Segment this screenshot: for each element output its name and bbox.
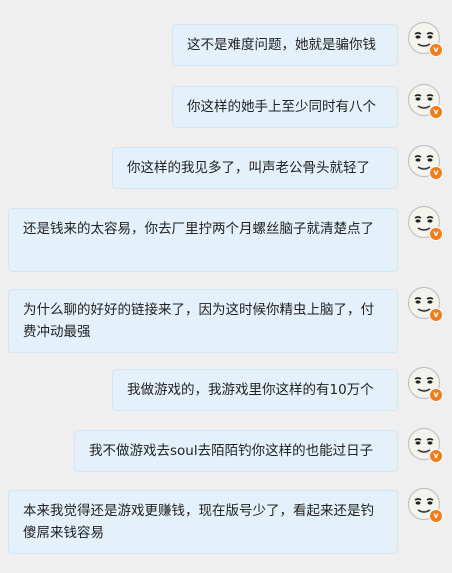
- user-avatar[interactable]: v: [408, 287, 443, 322]
- message-text: 我做游戏的，我游戏里你这样的有10万个: [127, 382, 374, 398]
- message-bubble[interactable]: 我做游戏的，我游戏里你这样的有10万个: [112, 369, 398, 411]
- verified-badge-icon: v: [429, 43, 443, 57]
- message-text: 你这样的她手上至少同时有八个: [187, 99, 376, 115]
- user-avatar[interactable]: v: [408, 367, 443, 402]
- message-text: 你这样的我见多了，叫声老公骨头就轻了: [127, 160, 370, 176]
- verified-badge-icon: v: [429, 449, 443, 463]
- verified-badge-icon: v: [429, 509, 443, 523]
- verified-badge-icon: v: [429, 105, 443, 119]
- user-avatar[interactable]: v: [408, 488, 443, 523]
- user-avatar[interactable]: v: [408, 84, 443, 119]
- chat-view: 这不是难度问题，她就是骗你钱 v 你这样的她手上至少同时有八个 v 你这样的我见…: [0, 0, 452, 573]
- verified-badge-icon: v: [429, 227, 443, 241]
- message-bubble[interactable]: 本来我觉得还是游戏更赚钱，现在版号少了，看起来还是钓傻屌来钱容易: [8, 490, 398, 554]
- message-text: 为什么聊的好好的链接来了，因为这时候你精虫上脑了，付费冲动最强: [23, 302, 374, 340]
- message-bubble[interactable]: 还是钱来的太容易，你去厂里拧两个月螺丝脑子就清楚点了: [8, 208, 398, 272]
- user-avatar[interactable]: v: [408, 428, 443, 463]
- message-text: 这不是难度问题，她就是骗你钱: [187, 37, 376, 53]
- user-avatar[interactable]: v: [408, 206, 443, 241]
- message-bubble[interactable]: 你这样的我见多了，叫声老公骨头就轻了: [112, 147, 398, 189]
- message-text: 我不做游戏去soul去陌陌钓你这样的也能过日子: [89, 443, 374, 459]
- user-avatar[interactable]: v: [408, 145, 443, 180]
- message-text: 本来我觉得还是游戏更赚钱，现在版号少了，看起来还是钓傻屌来钱容易: [23, 503, 374, 541]
- message-bubble[interactable]: 这不是难度问题，她就是骗你钱: [172, 24, 398, 66]
- message-bubble[interactable]: 你这样的她手上至少同时有八个: [172, 86, 398, 128]
- message-bubble[interactable]: 为什么聊的好好的链接来了，因为这时候你精虫上脑了，付费冲动最强: [8, 289, 398, 353]
- message-bubble[interactable]: 我不做游戏去soul去陌陌钓你这样的也能过日子: [74, 430, 398, 472]
- verified-badge-icon: v: [429, 166, 443, 180]
- verified-badge-icon: v: [429, 308, 443, 322]
- verified-badge-icon: v: [429, 388, 443, 402]
- user-avatar[interactable]: v: [408, 22, 443, 57]
- message-text: 还是钱来的太容易，你去厂里拧两个月螺丝脑子就清楚点了: [23, 221, 374, 237]
